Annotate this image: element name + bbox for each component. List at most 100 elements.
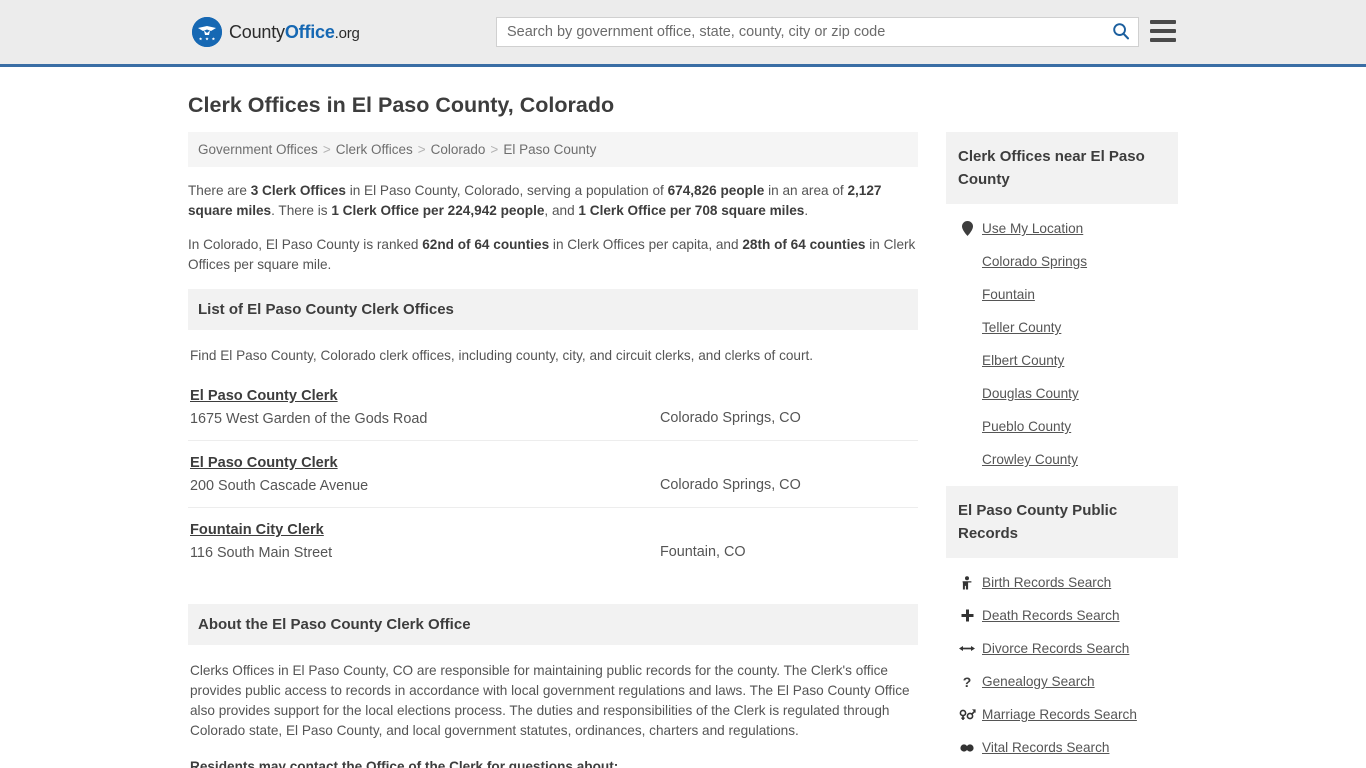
breadcrumb-separator: > [490, 142, 499, 157]
sidebar-link[interactable]: Elbert County [982, 353, 1064, 368]
stat-text: , and [544, 203, 579, 218]
search-input[interactable] [497, 18, 1104, 46]
sidebar-link[interactable]: Use My Location [982, 221, 1083, 236]
clerk-office-list: El Paso County Clerk 1675 West Garden of… [188, 374, 918, 574]
breadcrumb-item-el-paso-county[interactable]: El Paso County [503, 142, 596, 157]
sidebar-link[interactable]: Marriage Records Search [982, 707, 1137, 722]
table-row: El Paso County Clerk 200 South Cascade A… [188, 440, 918, 507]
sidebar-link[interactable]: Fountain [982, 287, 1035, 302]
stat-text: in Clerk Offices per capita, and [549, 237, 743, 252]
stat-per-people: 1 Clerk Office per 224,942 people [331, 203, 545, 218]
office-name-link[interactable]: Fountain City Clerk [190, 522, 324, 538]
office-name-link[interactable]: El Paso County Clerk [190, 455, 338, 471]
sidebar-item-divorce-records[interactable]: Divorce Records Search [946, 632, 1178, 665]
about-section-body: Clerks Offices in El Paso County, CO are… [188, 661, 918, 768]
sidebar: Clerk Offices near El Paso County Use My… [946, 132, 1178, 764]
hamburger-bar [1150, 20, 1176, 24]
sidebar-link[interactable]: Pueblo County [982, 419, 1071, 434]
sidebar-link[interactable]: Colorado Springs [982, 254, 1087, 269]
search-icon [1112, 22, 1130, 43]
site-header: CountyOffice.org [0, 0, 1366, 67]
sidebar-link[interactable]: Vital Records Search [982, 740, 1109, 755]
sidebar-link[interactable]: Genealogy Search [982, 674, 1095, 689]
breadcrumb-separator: > [417, 142, 426, 157]
office-address: 200 South Cascade Avenue [190, 478, 369, 494]
breadcrumb: Government Offices > Clerk Offices > Colorad… [188, 132, 918, 167]
breadcrumb-item-clerk-offices[interactable]: Clerk Offices [336, 142, 413, 157]
sidebar-records-list: Birth Records Search Death Records Searc… [946, 558, 1178, 764]
office-city: Fountain, CO [660, 544, 746, 560]
breadcrumb-item-colorado[interactable]: Colorado [431, 142, 486, 157]
baby-icon [958, 575, 976, 590]
stat-text: . There is [271, 203, 332, 218]
search-box[interactable] [496, 17, 1139, 47]
about-paragraph: Clerks Offices in El Paso County, CO are… [190, 663, 910, 738]
stat-text: in El Paso County, Colorado, serving a p… [345, 183, 668, 198]
sidebar-link[interactable]: Death Records Search [982, 608, 1120, 623]
hamburger-menu-icon[interactable] [1150, 20, 1176, 42]
sidebar-nearby-heading: Clerk Offices near El Paso County [946, 132, 1178, 204]
office-city: Colorado Springs, CO [660, 410, 801, 426]
sidebar-item-birth-records[interactable]: Birth Records Search [946, 566, 1178, 599]
sidebar-item-crowley-county[interactable]: Crowley County [946, 443, 1178, 476]
stat-rank-per-area: 28th of 64 counties [742, 237, 866, 252]
sidebar-item-colorado-springs[interactable]: Colorado Springs [946, 245, 1178, 278]
office-info: El Paso County Clerk 1675 West Garden of… [190, 387, 660, 427]
sidebar-nearby-list: Use My Location Colorado Springs Fountai… [946, 204, 1178, 480]
sidebar-item-douglas-county[interactable]: Douglas County [946, 377, 1178, 410]
map-pin-icon [958, 221, 976, 236]
about-section-heading: About the El Paso County Clerk Office [188, 604, 918, 645]
sidebar-records-heading: El Paso County Public Records [946, 486, 1178, 558]
sidebar-link[interactable]: Divorce Records Search [982, 641, 1129, 656]
search-button[interactable] [1104, 18, 1138, 46]
office-address: 1675 West Garden of the Gods Road [190, 411, 428, 427]
stat-text: . [804, 203, 809, 218]
stat-per-area: 1 Clerk Office per 708 square miles [578, 203, 805, 218]
sidebar-link[interactable]: Crowley County [982, 452, 1078, 467]
stat-text: in an area of [764, 183, 848, 198]
office-address: 116 South Main Street [190, 545, 333, 561]
stat-rank-per-capita: 62nd of 64 counties [422, 237, 550, 252]
sidebar-item-elbert-county[interactable]: Elbert County [946, 344, 1178, 377]
main-column: Government Offices > Clerk Offices > Colorad… [188, 132, 918, 768]
sidebar-item-vital-records[interactable]: Vital Records Search [946, 731, 1178, 764]
page-title: Clerk Offices in El Paso County, Colorad… [188, 93, 615, 117]
breadcrumb-separator: > [322, 142, 331, 157]
office-info: Fountain City Clerk 116 South Main Stree… [190, 521, 660, 561]
office-name-link[interactable]: El Paso County Clerk [190, 388, 338, 404]
table-row: Fountain City Clerk 116 South Main Stree… [188, 507, 918, 574]
breadcrumb-item-government-offices[interactable]: Government Offices [198, 142, 318, 157]
eagle-seal-icon [192, 17, 222, 47]
sidebar-link[interactable]: Teller County [982, 320, 1061, 335]
site-logo[interactable]: CountyOffice.org [192, 17, 360, 47]
sidebar-link[interactable]: Douglas County [982, 386, 1079, 401]
logo-text-part-3: .org [334, 24, 360, 42]
statistics-paragraph-2: In Colorado, El Paso County is ranked 62… [188, 235, 918, 275]
office-info: El Paso County Clerk 200 South Cascade A… [190, 454, 660, 494]
sidebar-item-fountain[interactable]: Fountain [946, 278, 1178, 311]
question-mark-icon: ? [962, 673, 972, 690]
stat-text: There are [188, 183, 251, 198]
office-city: Colorado Springs, CO [660, 477, 801, 493]
stat-population: 674,826 people [667, 183, 765, 198]
about-contact-lead: Residents may contact the Office of the … [190, 759, 619, 768]
logo-text-part-1: County [229, 21, 285, 42]
hamburger-bar [1150, 38, 1176, 42]
county-statistics: There are 3 Clerk Offices in El Paso Cou… [188, 181, 918, 275]
sidebar-item-death-records[interactable]: Death Records Search [946, 599, 1178, 632]
cross-icon [958, 609, 976, 622]
statistics-paragraph-1: There are 3 Clerk Offices in El Paso Cou… [188, 181, 918, 221]
sidebar-item-pueblo-county[interactable]: Pueblo County [946, 410, 1178, 443]
rings-icon [958, 743, 976, 753]
logo-text-part-2: Office [284, 21, 335, 42]
sidebar-item-teller-county[interactable]: Teller County [946, 311, 1178, 344]
sidebar-link[interactable]: Birth Records Search [982, 575, 1111, 590]
sidebar-item-genealogy[interactable]: ? Genealogy Search [946, 665, 1178, 698]
sidebar-item-use-my-location[interactable]: Use My Location [946, 212, 1178, 245]
list-section-heading: List of El Paso County Clerk Offices [188, 289, 918, 330]
hamburger-bar [1150, 29, 1176, 33]
stat-office-count: 3 Clerk Offices [250, 183, 346, 198]
sidebar-item-marriage-records[interactable]: Marriage Records Search [946, 698, 1178, 731]
table-row: El Paso County Clerk 1675 West Garden of… [188, 374, 918, 440]
stat-text: In Colorado, El Paso County is ranked [188, 237, 423, 252]
